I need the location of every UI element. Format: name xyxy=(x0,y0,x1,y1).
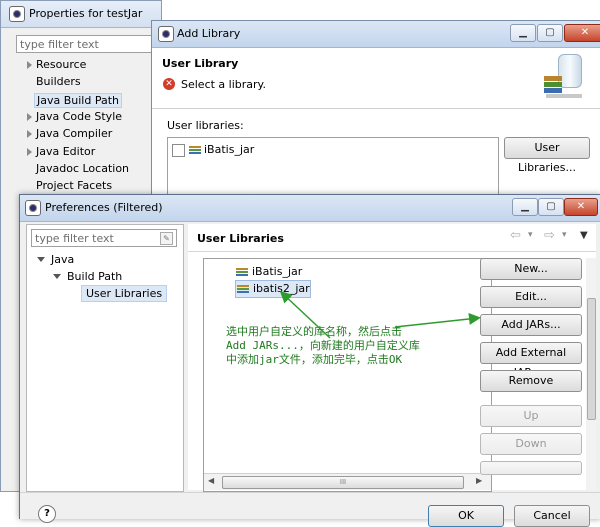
arrow-to-add-jars xyxy=(394,313,481,328)
annotation-arrows xyxy=(279,290,481,339)
arrow-to-library xyxy=(279,290,331,339)
